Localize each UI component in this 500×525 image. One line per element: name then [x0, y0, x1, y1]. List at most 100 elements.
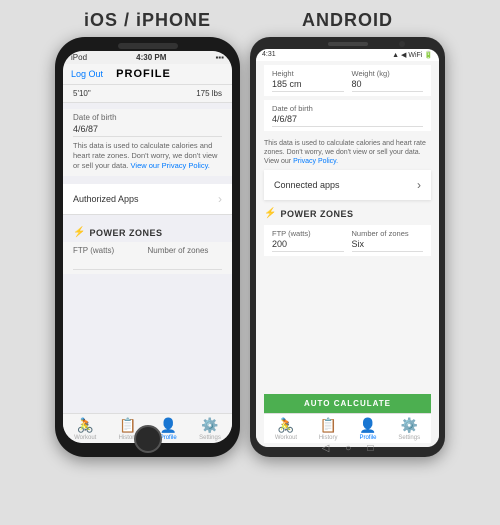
- ios-status-left: iPod: [71, 53, 87, 62]
- ios-nav-bar: Log Out PROFILE: [63, 64, 232, 85]
- ios-battery-icon: ▪▪▪: [215, 53, 224, 62]
- ios-authorized-apps-label: Authorized Apps: [73, 194, 139, 204]
- ios-status-time: 4:30 PM: [136, 53, 166, 62]
- ios-tab-workout[interactable]: 🚴 Workout: [74, 417, 96, 441]
- android-column: ANDROID ◁ ○ □ 4:31 ▲ ◀ WiFi 🔋: [250, 10, 445, 457]
- android-zones-value: Six: [352, 239, 424, 252]
- android-height-value: 185 cm: [272, 79, 344, 92]
- ios-column: iOS / iPHONE iPod 4:30 PM ▪▪▪ Log Out PR…: [55, 10, 240, 457]
- ios-tab-profile[interactable]: 👤 Profile: [159, 417, 176, 441]
- android-height-label: Height: [272, 69, 344, 78]
- android-height-weight-group: Height 185 cm Weight (kg) 80: [264, 65, 431, 96]
- iphone-screen: iPod 4:30 PM ▪▪▪ Log Out PROFILE: [63, 51, 232, 443]
- ios-chevron-icon: ›: [218, 192, 222, 206]
- android-weight-value: 80: [352, 79, 424, 92]
- android-power-zones-title: POWER ZONES: [280, 209, 353, 219]
- android-tab-settings-label: Settings: [398, 435, 420, 441]
- ios-content: 5'10" 175 lbs Date of birth 4/6/87 This …: [63, 85, 232, 443]
- ios-tab-settings-label: Settings: [199, 435, 221, 441]
- ios-ftp-field: FTP (watts): [73, 246, 148, 270]
- ios-dob-label: Date of birth: [73, 113, 222, 122]
- ios-zones-label: Number of zones: [148, 246, 223, 255]
- android-dob-label: Date of birth: [272, 104, 423, 113]
- ios-bolt-icon: ⚡: [73, 227, 85, 238]
- android-status-bar: 4:31 ▲ ◀ WiFi 🔋: [256, 49, 439, 61]
- android-autocalc-button[interactable]: AUTO CALCULATE: [264, 394, 431, 413]
- android-connected-apps-item[interactable]: Connected apps ›: [264, 170, 431, 200]
- ios-zones-value: [148, 257, 223, 270]
- ios-power-section: FTP (watts) Number of zones: [63, 242, 232, 274]
- ios-power-zones-header: ⚡ POWER ZONES: [63, 223, 232, 242]
- ios-power-zones-title: POWER ZONES: [89, 228, 162, 238]
- android-power-row: FTP (watts) 200 Number of zones Six: [272, 229, 423, 252]
- android-hw-row: Height 185 cm Weight (kg) 80: [272, 69, 423, 92]
- android-platform-title: ANDROID: [302, 10, 393, 31]
- android-workout-icon: 🚴: [277, 417, 294, 434]
- android-tab-bar: 🚴 Workout 📋 History 👤 Profile ⚙️: [264, 413, 431, 443]
- android-ftp-value: 200: [272, 239, 344, 252]
- android-chevron-icon: ›: [417, 178, 421, 192]
- ios-dob-value: 4/6/87: [73, 124, 222, 137]
- ios-info-text: This data is used to calculate calories …: [73, 141, 222, 170]
- android-zones-field: Number of zones Six: [352, 229, 424, 252]
- android-ftp-label: FTP (watts): [272, 229, 344, 238]
- ios-profile-row: 5'10" 175 lbs: [73, 89, 222, 98]
- android-zones-label: Number of zones: [352, 229, 424, 238]
- android-dob-value: 4/6/87: [272, 114, 423, 127]
- android-tab-history-label: History: [319, 435, 338, 441]
- android-height-field: Height 185 cm: [272, 69, 344, 92]
- ios-profile-header: 5'10" 175 lbs: [63, 85, 232, 103]
- ios-workout-icon: 🚴: [77, 417, 94, 434]
- ios-status-right: ▪▪▪: [215, 53, 224, 62]
- android-power-section: FTP (watts) 200 Number of zones Six: [264, 225, 431, 256]
- android-info-text: This data is used to calculate calories …: [264, 139, 431, 166]
- android-tab-settings[interactable]: ⚙️ Settings: [398, 417, 420, 441]
- ios-ftp-label: FTP (watts): [73, 246, 148, 255]
- android-weight-field: Weight (kg) 80: [352, 69, 424, 92]
- ios-history-icon: 📋: [119, 417, 136, 434]
- ios-settings-icon: ⚙️: [201, 417, 218, 434]
- android-nav-buttons: ◁ ○ □: [322, 443, 374, 454]
- android-ftp-field: FTP (watts) 200: [272, 229, 344, 252]
- page-wrapper: iOS / iPHONE iPod 4:30 PM ▪▪▪ Log Out PR…: [0, 0, 500, 525]
- ios-back-button[interactable]: Log Out: [71, 69, 103, 79]
- android-tab-profile[interactable]: 👤 Profile: [359, 417, 376, 441]
- android-history-icon: 📋: [319, 417, 336, 434]
- ios-ftp-value: [73, 257, 148, 270]
- iphone-device: iPod 4:30 PM ▪▪▪ Log Out PROFILE: [55, 37, 240, 457]
- ios-power-row: FTP (watts) Number of zones: [73, 246, 222, 270]
- ios-weight-value: 175 lbs: [196, 89, 222, 98]
- ios-status-bar: iPod 4:30 PM ▪▪▪: [63, 51, 232, 64]
- android-tab-history[interactable]: 📋 History: [319, 417, 338, 441]
- android-tab-profile-label: Profile: [359, 435, 376, 441]
- android-weight-label: Weight (kg): [352, 69, 424, 78]
- android-dob-group: Date of birth 4/6/87: [264, 100, 431, 131]
- android-tab-workout[interactable]: 🚴 Workout: [275, 417, 297, 441]
- iphone-home-button[interactable]: [134, 425, 162, 453]
- android-settings-icon: ⚙️: [401, 417, 418, 434]
- android-profile-icon: 👤: [359, 417, 376, 434]
- android-speaker: [328, 42, 368, 46]
- android-tab-workout-label: Workout: [275, 435, 297, 441]
- android-camera: [399, 41, 405, 47]
- android-recent-btn[interactable]: □: [367, 443, 373, 454]
- android-content: Height 185 cm Weight (kg) 80 Date of bir…: [256, 61, 439, 447]
- ios-tab-settings[interactable]: ⚙️ Settings: [199, 417, 221, 441]
- ios-height-value: 5'10": [73, 89, 91, 98]
- android-privacy-link[interactable]: Privacy Policy.: [293, 158, 338, 165]
- android-screen: 4:31 ▲ ◀ WiFi 🔋 Height 185 cm We: [256, 49, 439, 447]
- android-bolt-icon: ⚡: [264, 208, 276, 219]
- android-info-text-content: This data is used to calculate calories …: [264, 140, 426, 165]
- android-home-btn[interactable]: ○: [345, 443, 351, 454]
- android-status-right: ▲ ◀ WiFi 🔋: [392, 51, 433, 59]
- ios-privacy-link[interactable]: View our Privacy Policy.: [131, 161, 210, 170]
- android-device: ◁ ○ □ 4:31 ▲ ◀ WiFi 🔋 Height: [250, 37, 445, 457]
- android-power-zones-header: ⚡ POWER ZONES: [264, 206, 431, 221]
- ios-tab-profile-label: Profile: [160, 435, 177, 441]
- ios-tab-workout-label: Workout: [74, 435, 96, 441]
- ios-nav-title: PROFILE: [116, 68, 171, 80]
- android-back-btn[interactable]: ◁: [322, 443, 330, 454]
- ios-zones-field: Number of zones: [148, 246, 223, 270]
- ios-authorized-apps-item[interactable]: Authorized Apps ›: [63, 184, 232, 215]
- ios-dob-section: Date of birth 4/6/87 This data is used t…: [63, 109, 232, 176]
